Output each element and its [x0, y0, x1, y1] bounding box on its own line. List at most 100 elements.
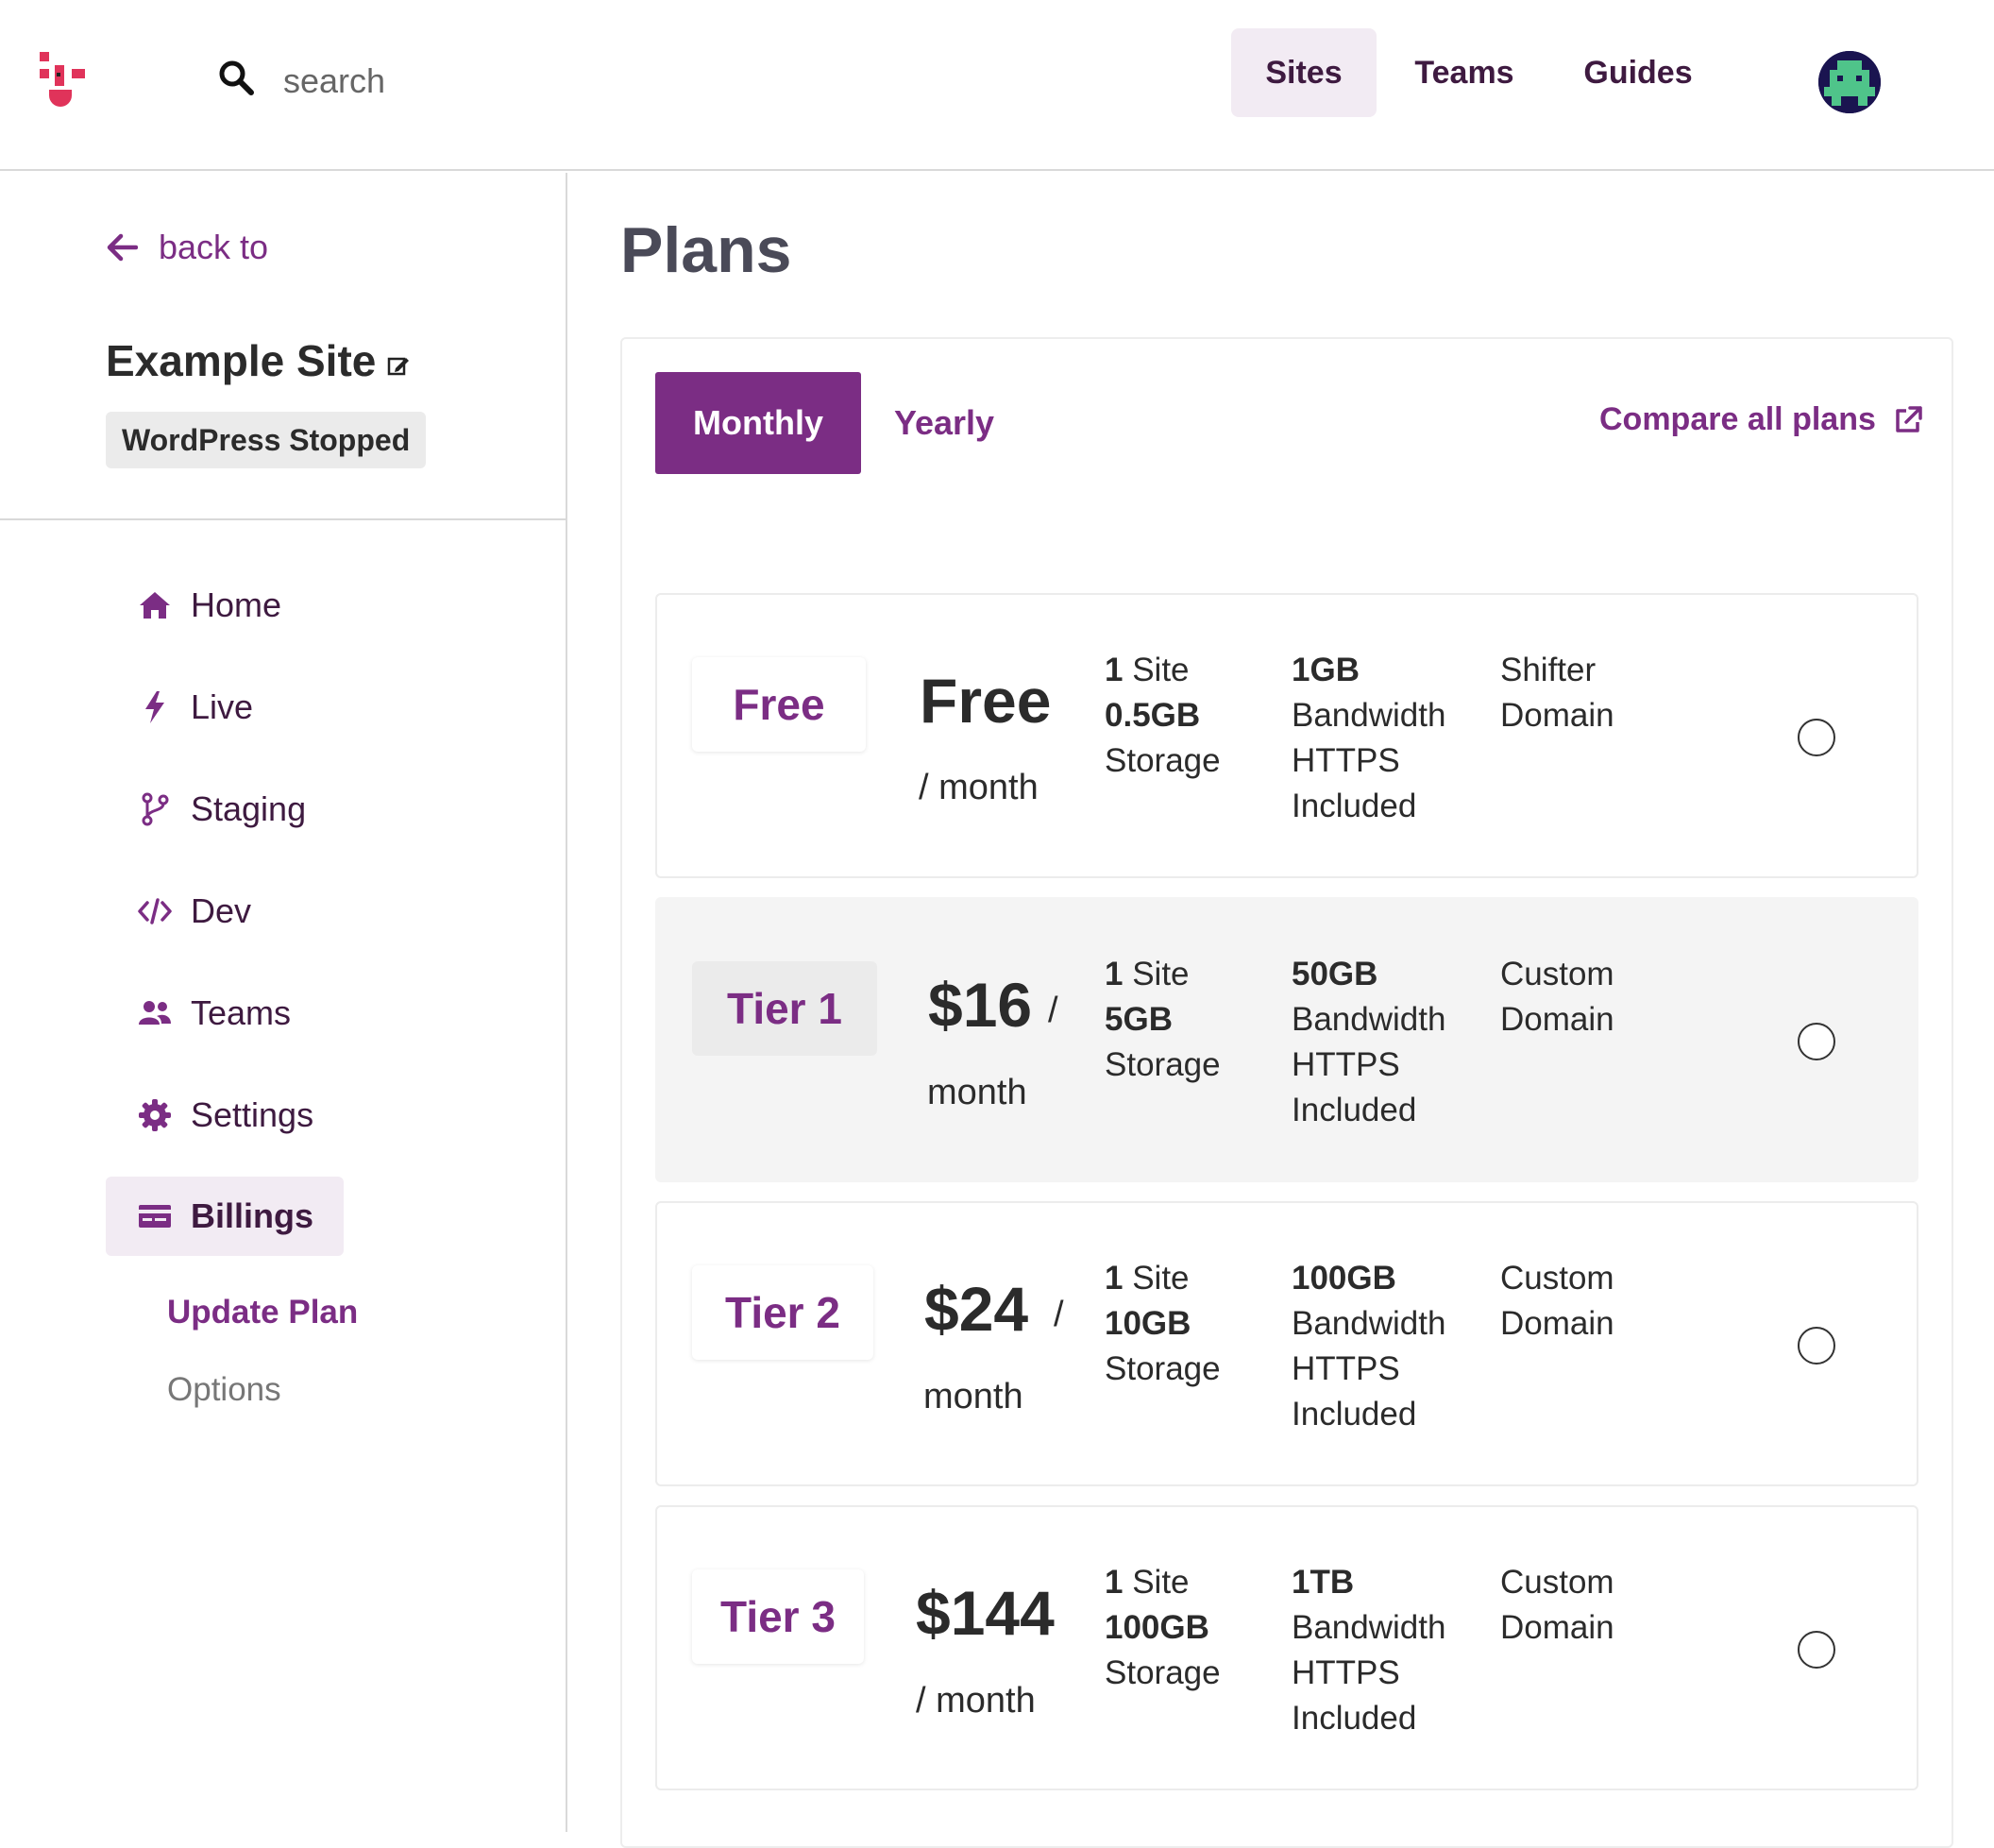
back-link[interactable]: back to [106, 228, 268, 267]
sidebar-item-billings[interactable]: Billings [106, 1177, 344, 1256]
bandwidth-value: 100GB [1292, 1260, 1396, 1297]
sidebar-item-label: Live [191, 687, 254, 726]
plan-card-tier-1[interactable]: Tier 1 $16 / month 1 Site 5GB Storage 50… [655, 897, 1918, 1182]
bandwidth-label: Bandwidth [1292, 697, 1446, 734]
plan-domain: Shifter Domain [1500, 648, 1614, 738]
bandwidth-value: 1GB [1292, 652, 1360, 688]
domain-label: Domain [1500, 1305, 1614, 1342]
storage-value: 100GB [1105, 1609, 1209, 1646]
edit-icon[interactable] [387, 354, 410, 377]
storage-label: Storage [1105, 742, 1221, 779]
plan-price: $24 [924, 1274, 1029, 1344]
topnav-guides[interactable]: Guides [1567, 28, 1709, 117]
plan-radio[interactable] [1798, 1631, 1835, 1669]
https-label: HTTPS [1292, 1046, 1400, 1083]
plan-bandwidth: 100GB Bandwidth HTTPS Included [1292, 1256, 1445, 1437]
https-included: Included [1292, 1396, 1417, 1433]
plan-domain: Custom Domain [1500, 952, 1614, 1043]
logo-icon[interactable] [40, 52, 93, 118]
plan-price: Free [920, 666, 1052, 736]
sidebar-divider [0, 518, 566, 520]
bandwidth-label: Bandwidth [1292, 1609, 1446, 1646]
plan-radio[interactable] [1798, 719, 1835, 756]
storage-label: Storage [1105, 1046, 1221, 1083]
plan-card-free[interactable]: Free Free / month 1 Site 0.5GB Storage 1… [655, 593, 1918, 878]
plan-card-tier-2[interactable]: Tier 2 $24 / month 1 Site 10GB Storage 1… [655, 1201, 1918, 1486]
sites-label: Site [1132, 1260, 1190, 1297]
users-icon [139, 1001, 171, 1025]
plan-price: $16 [928, 970, 1033, 1040]
storage-value: 0.5GB [1105, 697, 1201, 734]
compare-plans-label: Compare all plans [1599, 401, 1876, 437]
plan-period: / month [919, 768, 1039, 807]
avatar[interactable] [1818, 51, 1881, 113]
site-title: Example Site [106, 335, 410, 386]
domain-type: Custom [1500, 1564, 1614, 1601]
sites-count: 1 [1105, 1564, 1124, 1601]
search-icon[interactable] [217, 59, 255, 96]
storage-value: 10GB [1105, 1305, 1191, 1342]
https-label: HTTPS [1292, 742, 1400, 779]
https-included: Included [1292, 788, 1417, 824]
tab-monthly[interactable]: Monthly [655, 372, 861, 474]
sites-count: 1 [1105, 652, 1124, 688]
domain-type: Custom [1500, 956, 1614, 992]
sites-count: 1 [1105, 1260, 1124, 1297]
sidebar-item-dev[interactable]: Dev [106, 872, 251, 951]
plan-bandwidth: 1TB Bandwidth HTTPS Included [1292, 1560, 1445, 1741]
code-icon [138, 898, 172, 924]
sidebar-item-live[interactable]: Live [106, 668, 253, 747]
sidebar-item-label: Teams [191, 993, 292, 1032]
storage-value: 5GB [1105, 1001, 1173, 1038]
back-label: back to [159, 228, 269, 266]
sidebar-item-settings[interactable]: Settings [106, 1076, 313, 1155]
sidebar-subitem-options[interactable]: Options [167, 1371, 281, 1409]
sites-label: Site [1132, 1564, 1190, 1601]
compare-plans-link[interactable]: Compare all plans [1599, 401, 1923, 438]
plan-price: $144 [916, 1578, 1055, 1648]
top-header: Sites Teams Guides [0, 0, 1994, 171]
plan-domain: Custom Domain [1500, 1560, 1614, 1651]
plan-sites-storage: 1 Site 100GB Storage [1105, 1560, 1221, 1696]
https-label: HTTPS [1292, 1350, 1400, 1387]
topnav-teams[interactable]: Teams [1394, 28, 1535, 117]
page-title: Plans [620, 214, 792, 286]
topnav-sites[interactable]: Sites [1231, 28, 1377, 117]
plan-sites-storage: 1 Site 10GB Storage [1105, 1256, 1221, 1392]
domain-label: Domain [1500, 1001, 1614, 1038]
sites-label: Site [1132, 652, 1190, 688]
gear-icon [139, 1099, 171, 1131]
arrow-left-icon [107, 233, 138, 262]
plan-radio[interactable] [1798, 1023, 1835, 1060]
branch-icon [142, 792, 169, 826]
plan-sites-storage: 1 Site 0.5GB Storage [1105, 648, 1221, 784]
plan-card-tier-3[interactable]: Tier 3 $144 / month 1 Site 100GB Storage… [655, 1505, 1918, 1790]
plan-name-badge: Tier 2 [692, 1265, 873, 1360]
sidebar-item-home[interactable]: Home [106, 566, 281, 645]
storage-label: Storage [1105, 1654, 1221, 1691]
billing-icon [139, 1205, 171, 1228]
domain-label: Domain [1500, 1609, 1614, 1646]
plan-name-badge: Tier 3 [692, 1569, 864, 1664]
sidebar-item-label: Home [191, 585, 282, 624]
domain-type: Shifter [1500, 652, 1597, 688]
plan-period: month [927, 1073, 1027, 1112]
search-input[interactable] [283, 59, 585, 104]
plan-name-badge: Free [692, 657, 866, 752]
sidebar-subitem-update-plan[interactable]: Update Plan [167, 1294, 358, 1331]
plan-price-slash: / [1048, 991, 1058, 1030]
sidebar-item-staging[interactable]: Staging [106, 770, 306, 849]
sidebar-item-teams[interactable]: Teams [106, 974, 291, 1053]
https-included: Included [1292, 1092, 1417, 1128]
plan-period: / month [916, 1681, 1036, 1721]
plan-name-badge: Tier 1 [692, 961, 877, 1056]
plan-radio[interactable] [1798, 1327, 1835, 1365]
https-included: Included [1292, 1700, 1417, 1737]
sidebar: back to Example Site WordPress Stopped H… [0, 173, 567, 1832]
home-icon [140, 592, 170, 619]
sidebar-item-label: Billings [191, 1196, 314, 1235]
https-label: HTTPS [1292, 1654, 1400, 1691]
tab-yearly[interactable]: Yearly [861, 372, 1027, 474]
plan-price-slash: / [1054, 1295, 1064, 1334]
avatar-icon [1818, 51, 1881, 113]
